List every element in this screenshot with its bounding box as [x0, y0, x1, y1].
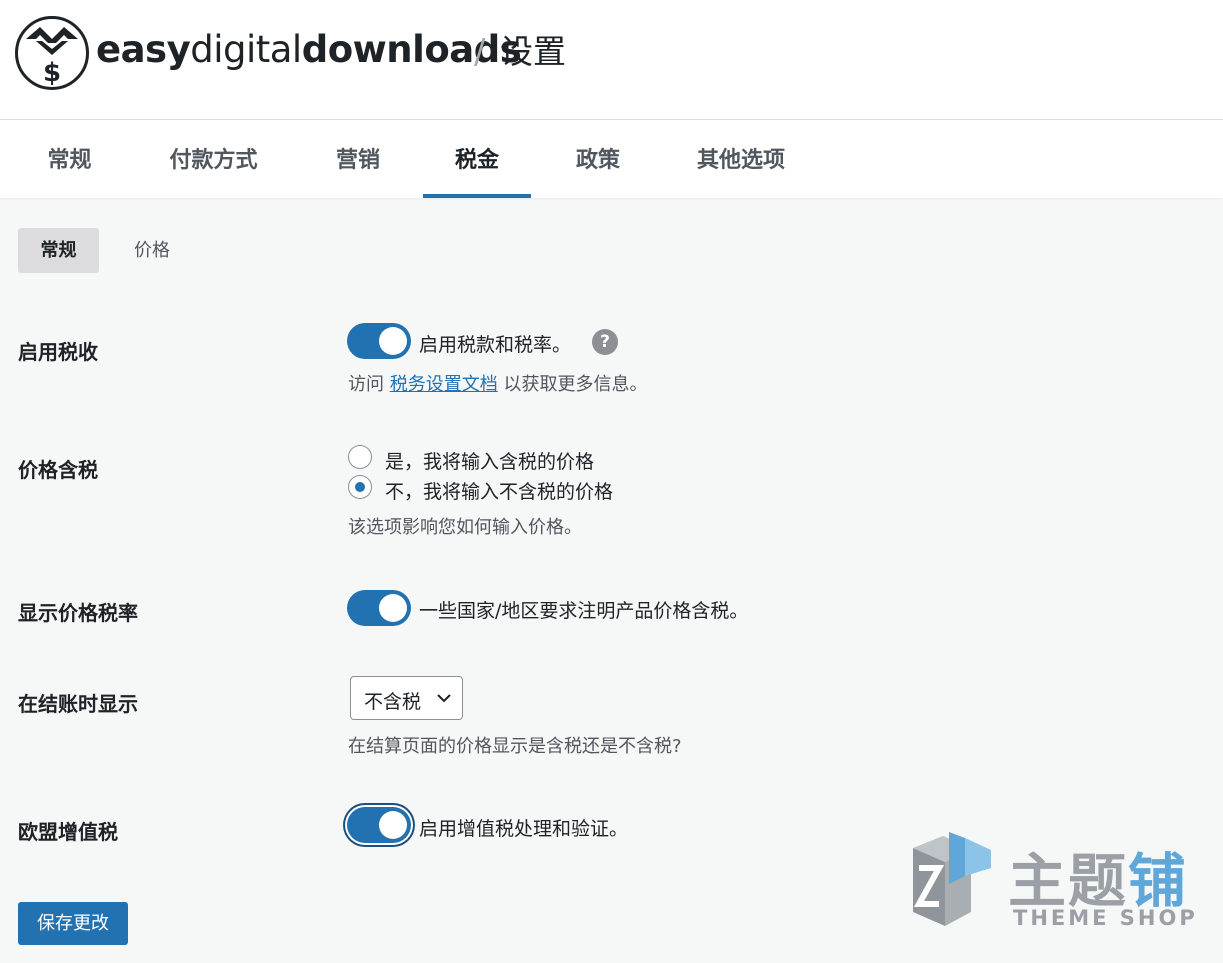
tab-payment-methods[interactable]: 付款方式 [146, 120, 281, 198]
checkout-display-description: 在结算页面的价格显示是含税还是不含税? [348, 736, 682, 757]
brand-name: easydigitaldownloads [96, 28, 522, 71]
page-title: 设置 [500, 32, 566, 71]
help-icon[interactable]: ? [592, 329, 618, 355]
eu-vat-label: 欧盟增值税 [18, 820, 118, 844]
prices-include-tax-label: 价格含税 [18, 458, 98, 482]
prices-include-tax-yes-radio[interactable] [348, 445, 372, 469]
prices-include-tax-no-label[interactable]: 不，我将输入不含税的价格 [385, 477, 613, 504]
enable-tax-toggle[interactable] [347, 323, 411, 359]
prices-include-tax-description: 该选项影响您如何输入价格。 [348, 517, 582, 538]
enable-tax-label: 启用税收 [18, 340, 98, 364]
eu-vat-toggle-text: 启用增值税处理和验证。 [419, 818, 629, 840]
display-tax-rate-toggle-text: 一些国家/地区要求注明产品价格含税。 [419, 600, 749, 622]
settings-tabs: 常规 付款方式 营销 税金 政策 其他选项 [0, 120, 1223, 198]
toggle-knob [379, 594, 407, 622]
prices-include-tax-no-radio[interactable] [348, 475, 372, 499]
tab-taxes[interactable]: 税金 [423, 120, 531, 198]
tab-general[interactable]: 常规 [22, 120, 117, 198]
watermark-english-text: THEME SHOP [1013, 906, 1198, 930]
breadcrumb-separator: / [474, 32, 486, 72]
svg-text:$: $ [43, 58, 61, 87]
toggle-knob [379, 327, 407, 355]
enable-tax-toggle-text: 启用税款和税率。 [419, 334, 572, 356]
easy-digital-downloads-logo-icon: $ [15, 16, 89, 90]
tax-docs-link[interactable]: 税务设置文档 [390, 374, 498, 395]
subtab-general[interactable]: 常规 [18, 228, 99, 273]
checkout-display-label: 在结账时显示 [18, 692, 138, 716]
page-header: $ easydigitaldownloads / 设置 [0, 0, 1223, 120]
checkout-display-selected-value: 不含税 [364, 691, 422, 713]
zp-logo-icon [913, 832, 991, 926]
chevron-down-icon [436, 689, 452, 711]
prices-include-tax-yes-label[interactable]: 是，我将输入含税的价格 [385, 447, 594, 474]
tab-misc-options[interactable]: 其他选项 [672, 120, 810, 198]
toggle-knob [379, 811, 407, 839]
checkout-display-select[interactable]: 不含税 [350, 676, 463, 720]
subtab-rates[interactable]: 价格 [112, 228, 192, 273]
tab-policies[interactable]: 政策 [552, 120, 644, 198]
enable-tax-description: 访问 税务设置文档 以获取更多信息。 [348, 374, 648, 395]
display-tax-rate-toggle[interactable] [347, 590, 411, 626]
save-changes-button[interactable]: 保存更改 [18, 902, 128, 945]
eu-vat-toggle[interactable] [347, 807, 411, 843]
tab-marketing[interactable]: 营销 [312, 120, 404, 198]
display-tax-rate-label: 显示价格税率 [18, 601, 138, 625]
theme-shop-watermark: 主题铺 THEME SHOP [905, 828, 1205, 938]
